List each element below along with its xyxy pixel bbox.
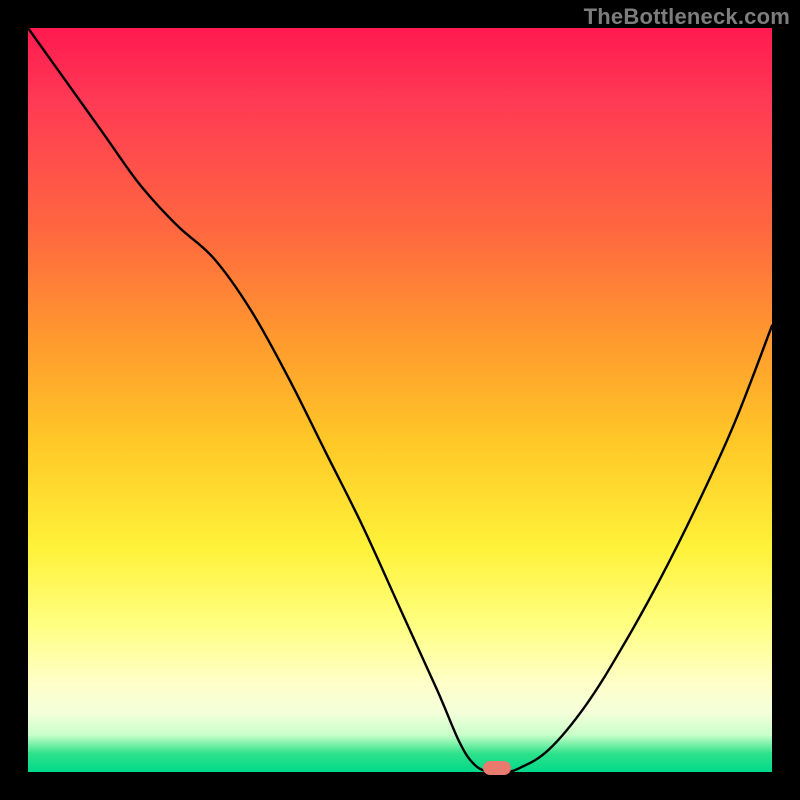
bottleneck-curve [28,28,772,772]
watermark-text: TheBottleneck.com [584,4,790,30]
plot-area [28,28,772,772]
optimal-marker [483,761,511,775]
chart-frame: TheBottleneck.com [0,0,800,800]
